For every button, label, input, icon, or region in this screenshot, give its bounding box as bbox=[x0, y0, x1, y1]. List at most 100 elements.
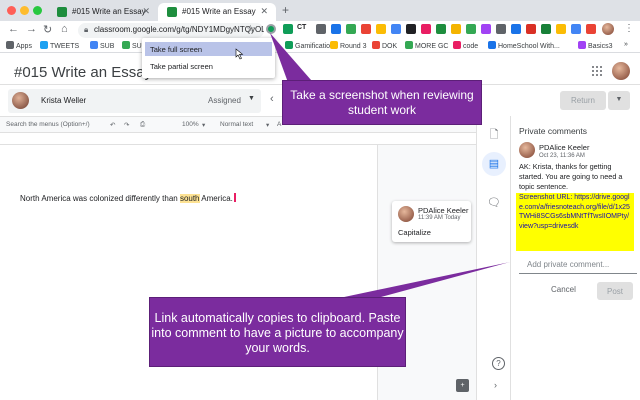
extension-icon[interactable] bbox=[346, 24, 356, 34]
cancel-button[interactable]: Cancel bbox=[551, 285, 576, 294]
student-selector[interactable]: Krista Weller Assigned ▼ bbox=[8, 89, 261, 113]
return-button[interactable]: Return bbox=[560, 91, 606, 110]
take-partial-screen-item[interactable]: Take partial screen bbox=[145, 59, 272, 73]
extension-icon[interactable] bbox=[556, 24, 566, 34]
extension-icon[interactable] bbox=[571, 24, 581, 34]
extension-icon[interactable] bbox=[361, 24, 371, 34]
forward-arrow-icon[interactable]: → bbox=[26, 23, 37, 35]
profile-avatar[interactable] bbox=[602, 23, 614, 35]
bookmark-apps[interactable]: Apps bbox=[6, 41, 32, 50]
extension-icon[interactable] bbox=[466, 24, 476, 34]
screenshot-menu: Take full screen Take partial screen bbox=[142, 38, 275, 78]
bookmark-dok[interactable]: DOK bbox=[372, 41, 397, 50]
chrome-menu-icon[interactable]: ⋮ bbox=[624, 23, 634, 34]
folder-icon bbox=[372, 41, 380, 49]
tab-title: #015 Write an Essay bbox=[182, 7, 256, 16]
bookmark-homeschool[interactable]: HomeSchool With... bbox=[488, 41, 560, 50]
back-arrow-icon[interactable]: ← bbox=[8, 23, 19, 35]
address-bar[interactable]: 🔒︎ classroom.google.com/g/tg/NDY1MDgyNTQ… bbox=[78, 23, 264, 38]
extension-icon[interactable] bbox=[511, 24, 521, 34]
browser-tab-2[interactable]: #015 Write an Essay ✕ bbox=[158, 3, 276, 21]
document-icon[interactable]: ▤ bbox=[487, 157, 501, 171]
private-comment-time: Oct 23, 11:36 AM bbox=[539, 153, 585, 159]
extension-icon[interactable] bbox=[331, 24, 341, 34]
search-menus-input[interactable]: Search the menus (Option+/) bbox=[6, 121, 90, 128]
extension-icon[interactable] bbox=[586, 24, 596, 34]
bookmark-code[interactable]: code bbox=[453, 41, 478, 50]
close-tab-icon[interactable]: ✕ bbox=[260, 6, 268, 17]
bookmarks-bar: Apps TWEETS SUB SUB Gamification Round 3… bbox=[0, 39, 640, 53]
bookmark-sub[interactable]: SUB bbox=[90, 41, 114, 50]
minimize-window-dot[interactable] bbox=[20, 6, 29, 15]
folder-icon bbox=[453, 41, 461, 49]
extension-icon[interactable] bbox=[436, 24, 446, 34]
comment-author: PDAlice Keeler bbox=[418, 206, 469, 215]
bookmark-more-gc[interactable]: MORE GC bbox=[405, 41, 448, 50]
comment-icon[interactable]: 🗨︎ bbox=[487, 196, 501, 210]
bookmark-star-icon[interactable]: ☆ bbox=[246, 24, 255, 35]
post-button[interactable]: Post bbox=[597, 282, 633, 300]
browser-tab-1[interactable]: #015 Write an Essay ✕ bbox=[48, 3, 158, 21]
expand-panel-icon[interactable]: › bbox=[494, 380, 497, 390]
ruler bbox=[0, 133, 476, 145]
extension-icon[interactable] bbox=[376, 24, 386, 34]
take-full-screen-item[interactable]: Take full screen bbox=[145, 42, 272, 56]
extension-icon[interactable] bbox=[283, 24, 293, 34]
extension-icon[interactable] bbox=[496, 24, 506, 34]
print-icon[interactable]: ⎙ bbox=[140, 121, 145, 129]
account-avatar[interactable] bbox=[612, 62, 630, 80]
folder-icon bbox=[90, 41, 98, 49]
extension-icon[interactable] bbox=[391, 24, 401, 34]
ct-extension-icon[interactable]: CT bbox=[297, 24, 311, 34]
private-comment-input[interactable]: Add private comment... bbox=[519, 257, 637, 274]
private-comment-message: AK: Krista, thanks for getting started. … bbox=[519, 162, 623, 191]
classroom-favicon-icon bbox=[57, 7, 67, 17]
extension-icon[interactable] bbox=[451, 24, 461, 34]
screenshot-extension-icon[interactable] bbox=[266, 24, 276, 34]
extension-icon[interactable] bbox=[406, 24, 416, 34]
page-title: #015 Write an Essay bbox=[14, 64, 153, 81]
undo-icon[interactable]: ↶ bbox=[110, 121, 115, 129]
apps-grid-icon bbox=[6, 41, 14, 49]
status-label: Assigned bbox=[208, 96, 241, 105]
bookmark-round-3[interactable]: Round 3 bbox=[330, 41, 366, 50]
document-text[interactable]: North America was colonized differently … bbox=[20, 193, 236, 203]
maximize-window-dot[interactable] bbox=[33, 6, 42, 15]
previous-student-icon[interactable]: ‹ bbox=[270, 93, 274, 105]
folder-icon bbox=[405, 41, 413, 49]
style-select[interactable]: Normal text bbox=[220, 121, 253, 128]
extension-icon[interactable] bbox=[421, 24, 431, 34]
google-apps-icon[interactable] bbox=[592, 66, 602, 76]
bookmark-tweets[interactable]: TWEETS bbox=[40, 41, 79, 50]
student-avatar bbox=[12, 92, 29, 109]
return-options-icon[interactable]: ▼ bbox=[608, 91, 630, 110]
screenshot-url-text[interactable]: Screenshot URL: https://drive.google.com… bbox=[516, 193, 634, 251]
close-window-dot[interactable] bbox=[7, 6, 16, 15]
private-comments-panel: Private comments PDAlice Keeler Oct 23, … bbox=[510, 116, 640, 400]
more-bookmarks-icon[interactable]: » bbox=[624, 41, 628, 48]
zoom-caret-icon[interactable]: ▾ bbox=[202, 121, 205, 129]
reload-icon[interactable]: ↻ bbox=[43, 23, 52, 36]
file-icon[interactable]: 🗋︎ bbox=[487, 128, 501, 142]
text-segment: North America was colonized differently … bbox=[20, 194, 180, 203]
help-icon[interactable]: ? bbox=[492, 357, 505, 370]
highlighted-word[interactable]: south bbox=[179, 194, 200, 203]
font-select[interactable]: A bbox=[277, 121, 281, 128]
redo-icon[interactable]: ↷ bbox=[124, 121, 129, 129]
extension-icon[interactable] bbox=[481, 24, 491, 34]
doc-comment-card[interactable]: PDAlice Keeler 11:39 AM Today Capitalize bbox=[392, 201, 471, 242]
style-caret-icon[interactable]: ▾ bbox=[266, 121, 269, 129]
bookmark-gamification[interactable]: Gamification bbox=[285, 41, 334, 50]
zoom-select[interactable]: 100% bbox=[182, 121, 199, 128]
bookmark-basics3[interactable]: Basics3 bbox=[578, 41, 613, 50]
folder-icon bbox=[40, 41, 48, 49]
extension-icon[interactable] bbox=[541, 24, 551, 34]
extension-icon[interactable] bbox=[526, 24, 536, 34]
lock-icon: 🔒︎ bbox=[84, 25, 89, 34]
extension-icon[interactable] bbox=[316, 24, 326, 34]
new-tab-button[interactable]: + bbox=[282, 3, 289, 17]
add-comment-icon[interactable]: + bbox=[456, 379, 469, 392]
home-icon[interactable]: ⌂ bbox=[61, 23, 68, 35]
status-dropdown-icon[interactable]: ▼ bbox=[248, 95, 255, 102]
close-tab-icon[interactable]: ✕ bbox=[142, 6, 150, 17]
